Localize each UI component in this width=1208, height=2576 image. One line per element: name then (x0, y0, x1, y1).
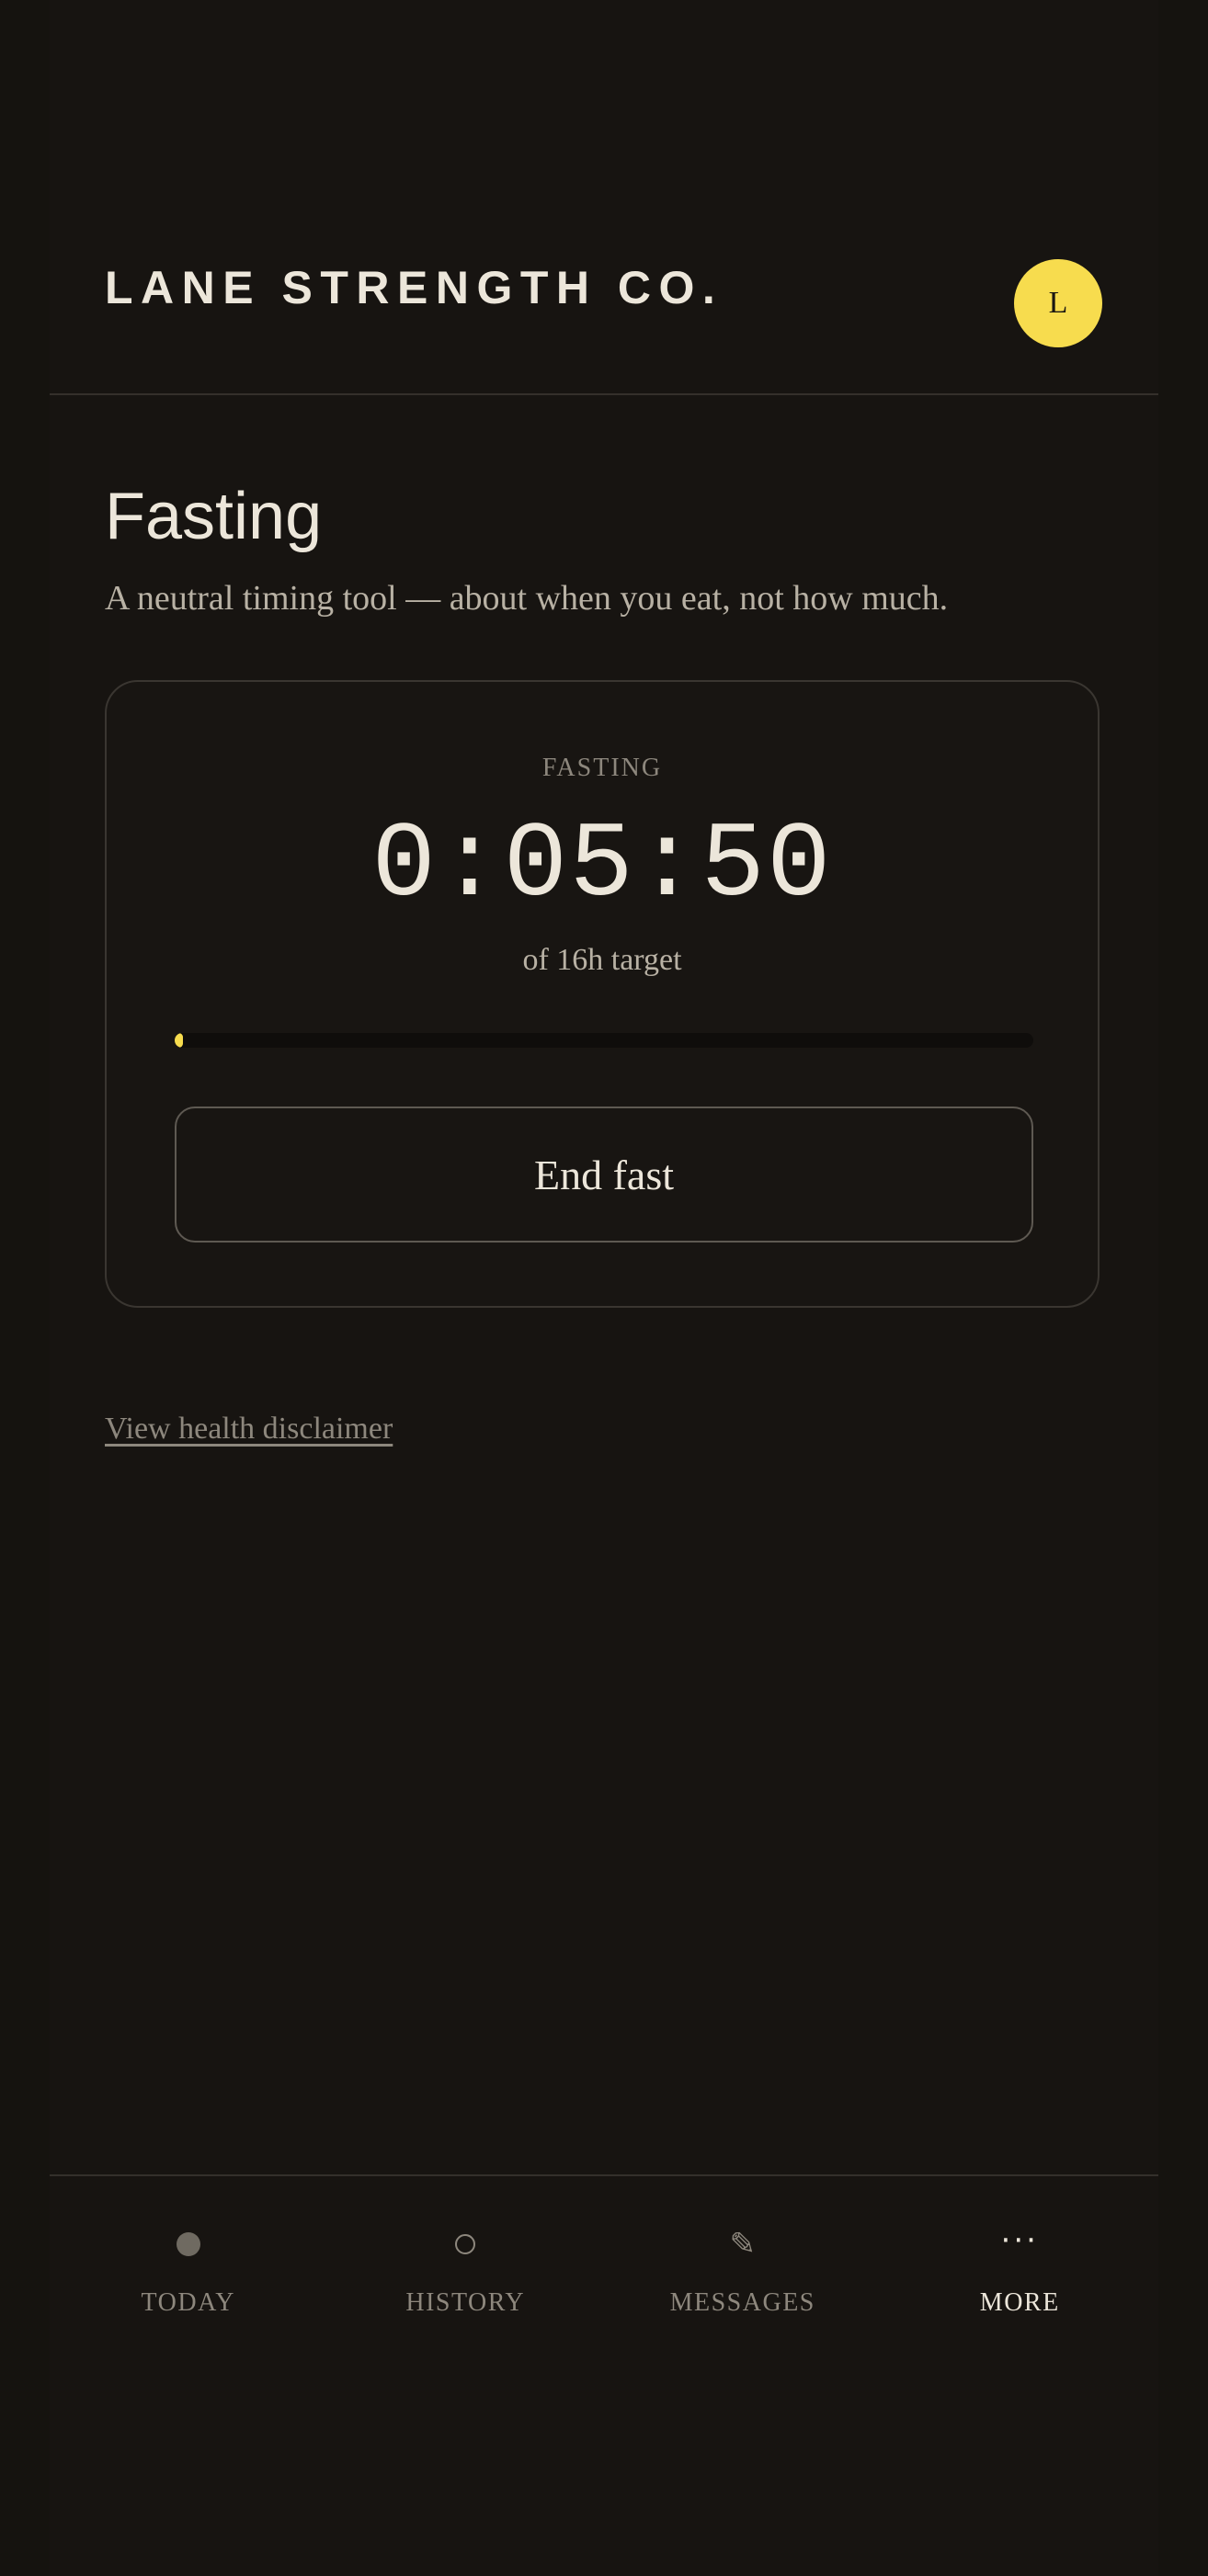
bottom-nav: TODAY HISTORY ✎ MESSAGES ··· MORE (50, 2174, 1158, 2360)
health-disclaimer-link[interactable]: View health disclaimer (105, 1413, 393, 1445)
fast-timer-card: FASTING 0:05:50 of 16h target End fast (105, 680, 1100, 1308)
filled-dot-icon (50, 2228, 327, 2261)
nav-label-more: MORE (979, 2288, 1060, 2317)
end-fast-button[interactable]: End fast (175, 1106, 1033, 1243)
target-text: of 16h target (522, 943, 682, 977)
nav-item-messages[interactable]: ✎ MESSAGES (604, 2176, 882, 2360)
more-dots-icon: ··· (1000, 2222, 1039, 2259)
app-header: LANE STRENGTH CO. L (50, 248, 1158, 395)
end-fast-button-label: End fast (533, 1151, 674, 1198)
avatar[interactable]: L (1014, 259, 1102, 347)
nav-item-today[interactable]: TODAY (50, 2176, 327, 2360)
nav-item-history[interactable]: HISTORY (327, 2176, 605, 2360)
nav-label-today: TODAY (141, 2288, 235, 2317)
nav-label-history: HISTORY (405, 2288, 526, 2317)
nav-item-more[interactable]: ··· MORE (882, 2176, 1159, 2360)
nav-label-messages: MESSAGES (669, 2288, 815, 2317)
page-subtitle: A neutral timing tool — about when you e… (105, 579, 949, 618)
fast-progress-fill (175, 1033, 183, 1048)
avatar-initial: L (1048, 286, 1068, 320)
pencil-icon: ✎ (729, 2226, 757, 2263)
circle-icon (327, 2228, 605, 2261)
brand-name: LANE STRENGTH CO. (105, 262, 724, 313)
elapsed-timer: 0:05:50 (371, 805, 833, 926)
fast-state-label: FASTING (541, 754, 663, 782)
fast-progress-bar (175, 1033, 1033, 1048)
page-title: Fasting (105, 480, 323, 553)
